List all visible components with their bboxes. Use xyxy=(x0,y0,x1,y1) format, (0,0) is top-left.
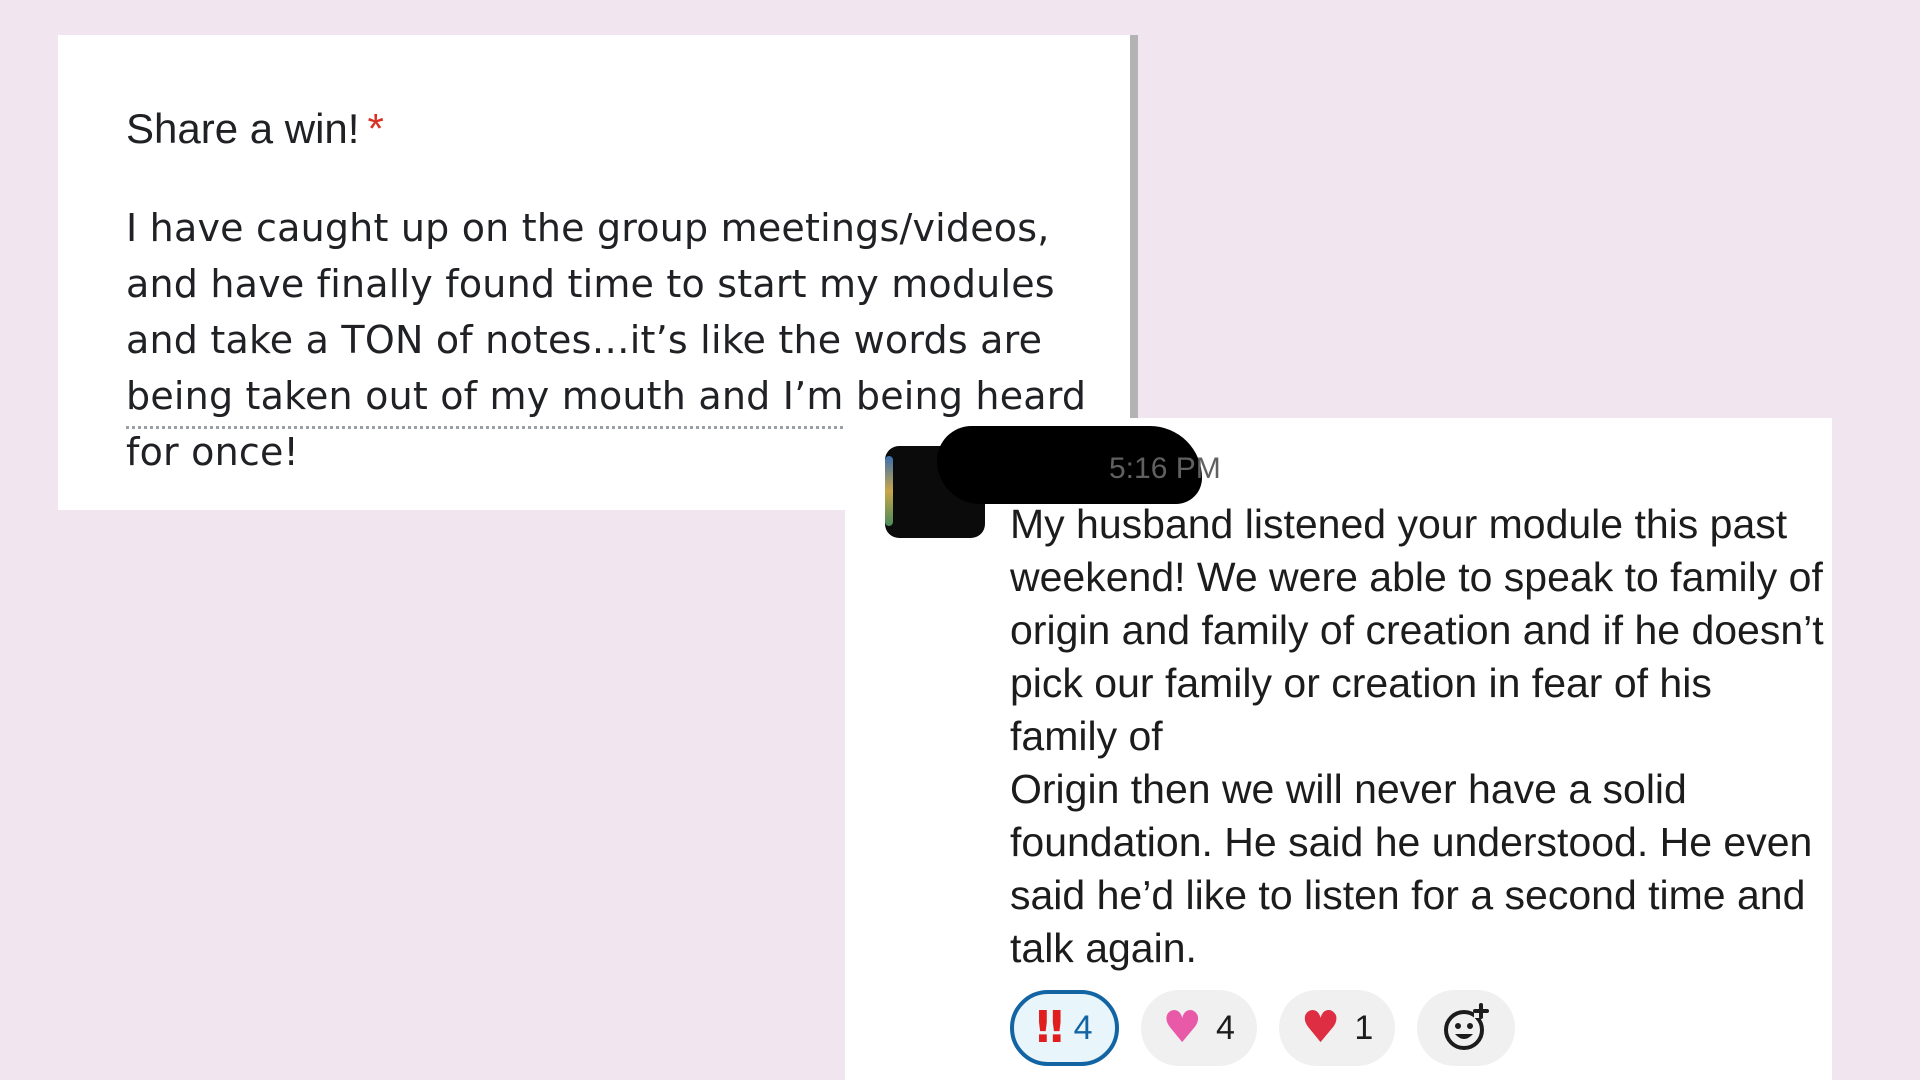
avatar-image-edge xyxy=(885,456,893,526)
reaction-red-heart[interactable]: ♥ 1 xyxy=(1278,990,1396,1066)
message-body: My husband listened your module this pas… xyxy=(1010,501,1824,971)
reaction-double-exclamation[interactable]: ‼ 4 xyxy=(1010,990,1119,1066)
reaction-bar: ‼ 4 ♥ 4 ♥ 1 xyxy=(1010,990,1516,1066)
reaction-count: 4 xyxy=(1073,1008,1093,1047)
chat-message-card: 5:16 PM My husband listened your module … xyxy=(845,418,1832,1080)
message-timestamp[interactable]: 5:16 PM xyxy=(1109,452,1221,486)
reaction-count: 4 xyxy=(1215,1008,1235,1047)
answer-underline xyxy=(126,426,849,429)
question-label: Share a win! xyxy=(126,105,360,152)
sparkling-heart-icon: ♥ xyxy=(1162,1002,1202,1053)
add-reaction-icon xyxy=(1444,1003,1490,1050)
red-heart-icon: ♥ xyxy=(1300,1002,1341,1053)
add-reaction-button[interactable] xyxy=(1417,990,1516,1066)
question-title: Share a win! * xyxy=(126,105,384,153)
reaction-count: 1 xyxy=(1354,1008,1374,1047)
required-marker: * xyxy=(367,105,384,152)
reaction-sparkling-heart[interactable]: ♥ 4 xyxy=(1140,990,1257,1066)
double-exclamation-icon: ‼ xyxy=(1036,1002,1064,1053)
